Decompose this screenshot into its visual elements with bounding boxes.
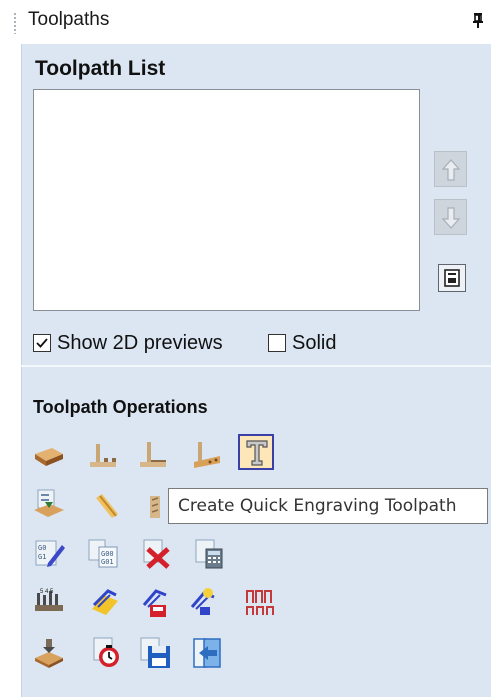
delete-gcode-icon[interactable] — [140, 537, 174, 571]
tool-database-icon[interactable]: 5 4 5 — [32, 585, 66, 619]
toolpath-list-heading: Toolpath List — [35, 57, 166, 80]
tooltip: Create Quick Engraving Toolpath — [168, 488, 488, 524]
show-2d-previews-option[interactable]: Show 2D previews — [33, 330, 223, 356]
pocket-toolpath-icon[interactable] — [86, 438, 120, 472]
load-toolpath-template-icon[interactable] — [32, 488, 66, 522]
move-up-button[interactable] — [434, 151, 467, 187]
svg-text:G01: G01 — [101, 558, 114, 566]
estimate-machining-time-icon[interactable] — [90, 636, 124, 670]
profile-toolpath-icon[interactable] — [32, 438, 66, 472]
tabs-icon[interactable] — [244, 585, 278, 619]
show-2d-previews-checkbox[interactable] — [33, 334, 51, 352]
edit-gcode-icon[interactable]: G0 G1 — [32, 537, 66, 571]
solid-option[interactable]: Solid — [268, 330, 336, 356]
solid-checkbox[interactable] — [268, 334, 286, 352]
drilling-toolpath-icon[interactable] — [136, 438, 170, 472]
checkmark-icon — [36, 338, 48, 348]
show-2d-previews-label: Show 2D previews — [57, 331, 223, 354]
recalculate-toolpaths-icon[interactable] — [186, 585, 220, 619]
svg-text:5 4 5: 5 4 5 — [40, 589, 54, 595]
merge-gcode-icon[interactable]: G00 G01 — [86, 537, 120, 571]
save-toolpath-icon[interactable] — [138, 636, 172, 670]
toolpath-calculator-icon[interactable] — [192, 537, 226, 571]
inlay-toolpath-icon[interactable] — [190, 438, 224, 472]
preview-toolpaths-icon[interactable] — [32, 636, 66, 670]
toolpath-operations-heading: Toolpath Operations — [33, 397, 208, 417]
toolpath-listbox[interactable] — [33, 89, 420, 311]
move-down-button[interactable] — [434, 199, 467, 235]
svg-text:G0: G0 — [38, 544, 46, 552]
arrow-down-icon — [441, 207, 461, 229]
export-toolpath-icon[interactable] — [190, 636, 224, 670]
grip-icon[interactable] — [13, 12, 17, 34]
open-toolpath-folder-icon[interactable] — [88, 585, 122, 619]
svg-text:G00: G00 — [101, 550, 114, 558]
svg-text:G1: G1 — [38, 553, 46, 561]
panel-title: Toolpaths — [28, 9, 110, 30]
fluting-toolpath-icon[interactable] — [90, 488, 124, 522]
arrow-up-icon — [441, 159, 461, 181]
panel-titlebar: Toolpaths — [0, 0, 491, 44]
pin-icon[interactable] — [470, 10, 486, 32]
sheet-icon — [444, 269, 460, 287]
toolpath-summary-button[interactable] — [438, 264, 466, 292]
quick-engraving-icon[interactable] — [238, 434, 274, 470]
save-toolpath-template-icon[interactable] — [138, 585, 172, 619]
solid-label: Solid — [292, 331, 337, 354]
